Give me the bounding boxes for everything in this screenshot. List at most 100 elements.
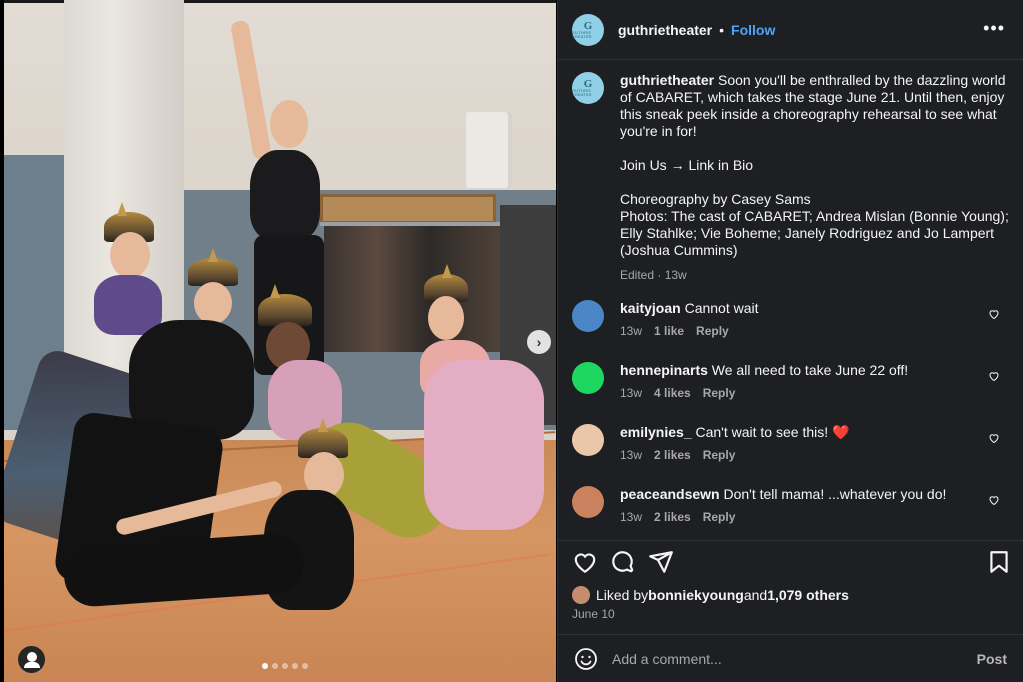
photo-clothes-rack bbox=[324, 222, 500, 352]
dancer-front-spike bbox=[318, 418, 328, 432]
carousel-indicator bbox=[262, 663, 308, 669]
caption-credits: Choreography by Casey Sams Photos: The c… bbox=[620, 191, 1009, 258]
comment-time[interactable]: 13w bbox=[620, 386, 642, 400]
comment-reply-button[interactable]: Reply bbox=[703, 510, 736, 524]
account-avatar[interactable]: G GUTHRIE THEATER bbox=[572, 13, 604, 46]
avatar-logo-letter: G bbox=[583, 19, 593, 32]
meta-separator: · bbox=[654, 268, 665, 282]
dancer-mid-head bbox=[194, 282, 232, 324]
dancer-standing-top bbox=[250, 150, 320, 240]
dancer-right-head bbox=[428, 296, 464, 340]
comment-time[interactable]: 13w bbox=[620, 324, 642, 338]
dancer-right-legs bbox=[424, 360, 544, 530]
post-comment-button[interactable]: Post bbox=[977, 651, 1007, 667]
share-send-icon[interactable] bbox=[648, 549, 674, 575]
comment-avatar[interactable] bbox=[572, 424, 604, 456]
carousel-dot bbox=[282, 663, 288, 669]
comment-text: Cannot wait bbox=[680, 300, 759, 316]
caption-body: guthrietheater Soon you'll be enthralled… bbox=[620, 72, 1010, 284]
post-date[interactable]: June 10 bbox=[572, 607, 615, 621]
dancer-right-spike bbox=[442, 264, 452, 278]
comment-item: hennepinarts We all need to take June 22… bbox=[572, 362, 1012, 400]
comment-reply-button[interactable]: Reply bbox=[696, 324, 729, 338]
comment-like-heart-icon[interactable] bbox=[988, 432, 1000, 444]
carousel-dot bbox=[302, 663, 308, 669]
like-heart-icon[interactable] bbox=[572, 549, 598, 575]
carousel-next-button[interactable]: › bbox=[527, 330, 551, 354]
carousel-dot bbox=[262, 663, 268, 669]
dancer-left-top bbox=[94, 275, 162, 335]
dancer-pink-spike bbox=[270, 284, 280, 298]
carousel-dot bbox=[272, 663, 278, 669]
post-caption: G GUTHRIE THEATER guthrietheater Soon yo… bbox=[572, 72, 1012, 284]
photo-shelf bbox=[320, 194, 496, 224]
comment-meta: 13w 1 like Reply bbox=[620, 324, 980, 338]
caption-avatar[interactable]: G GUTHRIE THEATER bbox=[572, 72, 604, 104]
comment-like-heart-icon[interactable] bbox=[988, 370, 1000, 382]
emoji-icon[interactable] bbox=[574, 647, 598, 671]
comment-item: kaityjoan Cannot wait 13w 1 like Reply bbox=[572, 300, 1012, 338]
comment-text-line: peaceandsewn Don't tell mama! ...whateve… bbox=[620, 486, 980, 503]
save-bookmark-icon[interactable] bbox=[986, 549, 1012, 575]
comment-reply-button[interactable]: Reply bbox=[703, 386, 736, 400]
comment-meta: 13w 4 likes Reply bbox=[620, 386, 980, 400]
comment-meta: 13w 2 likes Reply bbox=[620, 448, 980, 462]
comment-body: kaityjoan Cannot wait 13w 1 like Reply bbox=[620, 300, 980, 338]
carousel-dot bbox=[292, 663, 298, 669]
photo-speaker bbox=[466, 112, 512, 188]
post-header: G GUTHRIE THEATER guthrietheater • Follo… bbox=[558, 0, 1023, 60]
post-action-bar bbox=[558, 540, 1023, 580]
caption-username[interactable]: guthrietheater bbox=[620, 72, 714, 88]
comment-username[interactable]: kaityjoan bbox=[620, 300, 681, 316]
comment-body: hennepinarts We all need to take June 22… bbox=[620, 362, 980, 400]
comment-likes[interactable]: 4 likes bbox=[654, 386, 691, 400]
comment-text: We all need to take June 22 off! bbox=[707, 362, 909, 378]
likes-others-link[interactable]: 1,079 others bbox=[767, 587, 849, 603]
caption-time[interactable]: 13w bbox=[665, 268, 687, 282]
comment-meta: 13w 2 likes Reply bbox=[620, 510, 980, 524]
comment-avatar[interactable] bbox=[572, 486, 604, 518]
avatar-logo-text: GUTHRIE THEATER bbox=[572, 29, 592, 39]
dancer-left-spike bbox=[117, 202, 127, 216]
post-photo[interactable]: › bbox=[4, 0, 556, 682]
comment-username[interactable]: peaceandsewn bbox=[620, 486, 720, 502]
comment-like-heart-icon[interactable] bbox=[988, 494, 1000, 506]
likes-summary: Liked by bonniekyoung and 1,079 others bbox=[572, 586, 849, 604]
photo-rack-bar bbox=[320, 222, 504, 226]
comment-text: Don't tell mama! ...whatever you do! bbox=[719, 486, 947, 502]
comment-time[interactable]: 13w bbox=[620, 448, 642, 462]
follow-button[interactable]: Follow bbox=[731, 22, 775, 38]
comment-reply-button[interactable]: Reply bbox=[703, 448, 736, 462]
comment-body: peaceandsewn Don't tell mama! ...whateve… bbox=[620, 486, 980, 524]
comment-time[interactable]: 13w bbox=[620, 510, 642, 524]
header-separator: • bbox=[719, 21, 725, 38]
comment-bubble-icon[interactable] bbox=[610, 549, 636, 575]
comment-item: peaceandsewn Don't tell mama! ...whateve… bbox=[572, 486, 1012, 524]
comment-likes[interactable]: 1 like bbox=[654, 324, 684, 338]
liker-avatar[interactable] bbox=[572, 586, 590, 604]
account-username[interactable]: guthrietheater bbox=[618, 22, 712, 38]
comment-likes[interactable]: 2 likes bbox=[654, 510, 691, 524]
comment-text-line: kaityjoan Cannot wait bbox=[620, 300, 980, 317]
comment-avatar[interactable] bbox=[572, 300, 604, 332]
tagged-people-button[interactable] bbox=[18, 646, 45, 673]
avatar-logo-text: GUTHRIE THEATER bbox=[572, 88, 592, 97]
more-options-icon[interactable]: ••• bbox=[983, 18, 1005, 39]
likes-prefix: Liked by bbox=[596, 587, 649, 603]
comment-avatar[interactable] bbox=[572, 362, 604, 394]
comment-username[interactable]: emilynies_ bbox=[620, 424, 692, 440]
comment-likes[interactable]: 2 likes bbox=[654, 448, 691, 462]
dancer-left-head bbox=[110, 232, 150, 278]
caption-meta: Edited · 13w bbox=[620, 267, 1010, 284]
dancer-standing-arm bbox=[229, 19, 273, 161]
liker-username[interactable]: bonniekyoung bbox=[648, 587, 744, 603]
caption-join: Join Us → Link in Bio bbox=[620, 157, 754, 173]
comment-text: Can't wait to see this! ❤️ bbox=[691, 424, 850, 440]
comment-username[interactable]: hennepinarts bbox=[620, 362, 708, 378]
comment-item: emilynies_ Can't wait to see this! ❤️ 13… bbox=[572, 424, 1012, 462]
caption-text-line: guthrietheater Soon you'll be enthralled… bbox=[620, 72, 1010, 140]
add-comment-input[interactable]: Add a comment... bbox=[612, 651, 977, 667]
comment-like-heart-icon[interactable] bbox=[988, 308, 1000, 320]
comment-body: emilynies_ Can't wait to see this! ❤️ 13… bbox=[620, 424, 980, 462]
comment-text-line: emilynies_ Can't wait to see this! ❤️ bbox=[620, 424, 980, 441]
